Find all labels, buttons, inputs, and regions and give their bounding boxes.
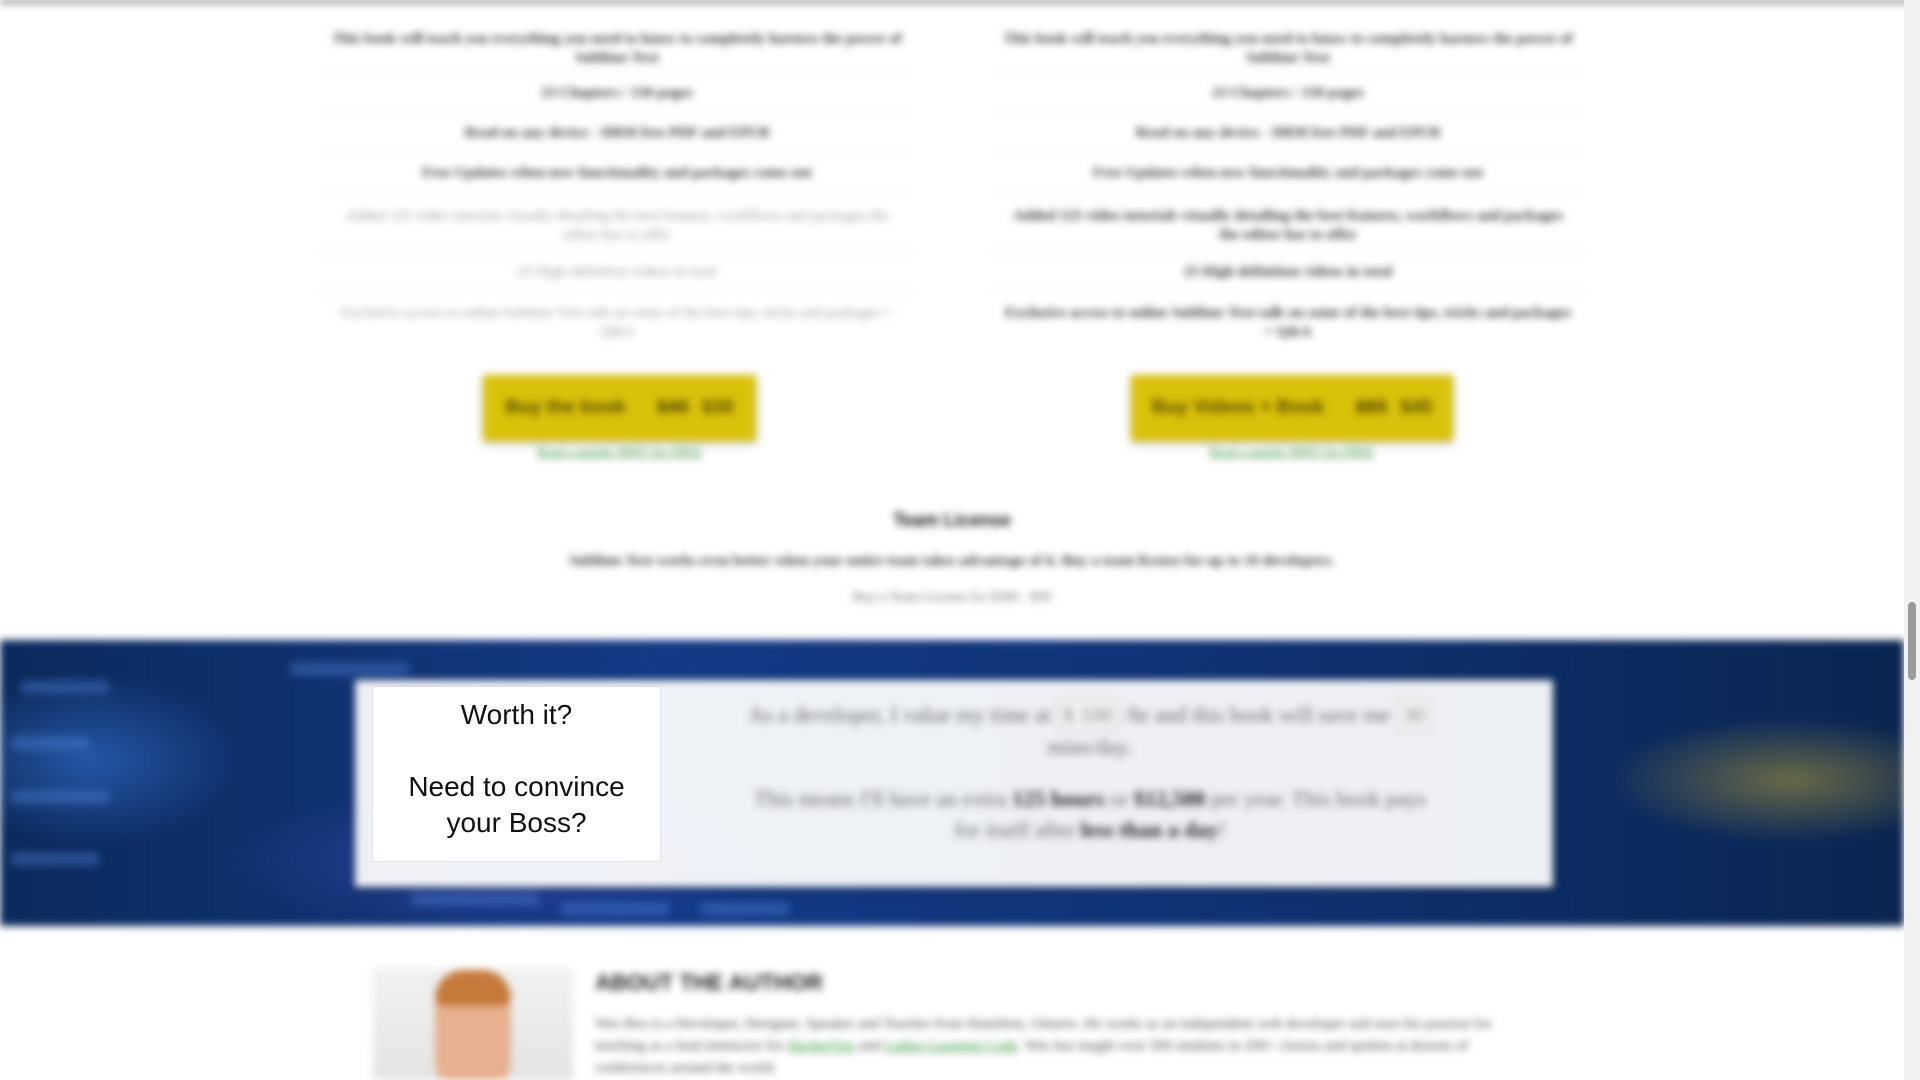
calc-text: ! (1218, 817, 1226, 842)
feature-item: Read on any device - DRM free PDF and EP… (322, 113, 912, 153)
buy-videos-book-button[interactable]: Buy Videos + Book $65 $45 (1131, 375, 1453, 441)
old-price: $65 (1355, 397, 1388, 418)
team-license-title: Team License (893, 510, 1011, 530)
buy-book-label: Buy the book (505, 397, 626, 418)
scrollbar-track[interactable] (1904, 0, 1920, 1080)
feature-item-unavailable: Exclusive access to online Sublime Text … (341, 305, 893, 340)
old-price: $40 (656, 397, 689, 418)
calculator-line-2: This means I'll have an extra 125 hours … (740, 783, 1440, 845)
page: This book will teach you everything you … (0, 0, 1904, 1080)
feature-item: Free Updates when new functionality and … (322, 153, 912, 193)
hourly-rate-input[interactable]: $ 100 (1055, 698, 1120, 731)
new-price: $45 (1400, 397, 1433, 418)
top-border (0, 0, 1904, 3)
extra-money: $12,500 (1133, 786, 1206, 811)
blurred-background: This book will teach you everything you … (0, 0, 1904, 1080)
calc-text: This means I'll have an extra (754, 786, 1007, 811)
author-heading: ABOUT THE AUTHOR (595, 970, 823, 995)
feature-item: Read on any device - DRM free PDF and EP… (993, 113, 1583, 153)
banner-decoration (10, 790, 110, 804)
feature-item-unavailable: Added 125 video tutorials visually detai… (322, 193, 912, 252)
buy-book-button[interactable]: Buy the book $40 $30 (483, 375, 756, 441)
calc-text: mins/day. (1047, 734, 1133, 759)
banner-decoration (10, 852, 100, 866)
banner-decoration (410, 892, 540, 906)
banner-decoration (10, 736, 90, 750)
popup-subtitle: Need to convince your Boss? (408, 771, 625, 838)
feature-item: Added 125 video tutorials visually detai… (993, 193, 1583, 252)
feature-item: 23 Chapters / 150 pages (993, 73, 1583, 113)
banner-decoration (560, 902, 670, 916)
sample-link[interactable]: Read a sample (BPA) for FREE (483, 444, 756, 460)
calc-text: or (1109, 786, 1129, 811)
pricing-card-videos: This book will teach you everything you … (993, 22, 1583, 351)
worth-it-popup[interactable]: Worth it? Need to convince your Boss? (373, 687, 660, 861)
payback-time: less than a day (1080, 817, 1219, 842)
feature-item: 23 Chapters / 150 pages (322, 73, 912, 113)
scrollbar-thumb[interactable] (1908, 602, 1916, 680)
ladies-learning-code-link[interactable]: Ladies Learning Code (884, 1038, 1017, 1054)
calc-text: As a developer, I value my time at (748, 702, 1051, 727)
bio-text: and (858, 1038, 881, 1054)
minutes-input[interactable]: 30 (1395, 698, 1432, 731)
buy-videos-label: Buy Videos + Book (1151, 397, 1325, 418)
calculator-line-1: As a developer, I value my time at $ 100… (740, 698, 1440, 762)
team-license-link[interactable]: Buy a Team License for $300 - $99 (0, 590, 1904, 606)
author-hair (435, 970, 511, 1006)
feature-item: Free Updates when new functionality and … (993, 153, 1583, 193)
team-license-text: Sublime Text works even better when your… (569, 553, 1335, 569)
feature-item: This book will teach you everything you … (322, 22, 912, 73)
popup-title: Worth it? (460, 699, 573, 730)
extra-hours: 125 hours (1012, 786, 1105, 811)
banner-decoration (700, 902, 790, 916)
calc-text: /hr and this book will save me (1124, 702, 1391, 727)
author-bio: Wes Bos is a Developer, Designer, Speake… (595, 1013, 1525, 1079)
new-price: $30 (701, 397, 734, 418)
banner-decoration (20, 680, 110, 694)
feature-item: Exclusive access to online Sublime Text … (1005, 305, 1571, 340)
feature-item: This book will teach you everything you … (993, 22, 1583, 73)
hackeryou-link[interactable]: HackerYou (787, 1038, 855, 1054)
sample-link[interactable]: Read a sample (BPA) for FREE (1131, 444, 1453, 460)
feature-item: 25 High definition videos in total (993, 252, 1583, 292)
banner-decoration (290, 662, 410, 676)
author-photo (373, 968, 573, 1080)
pricing-card-book: This book will teach you everything you … (322, 22, 912, 351)
feature-item-unavailable: 25 High definition videos in total (322, 252, 912, 292)
